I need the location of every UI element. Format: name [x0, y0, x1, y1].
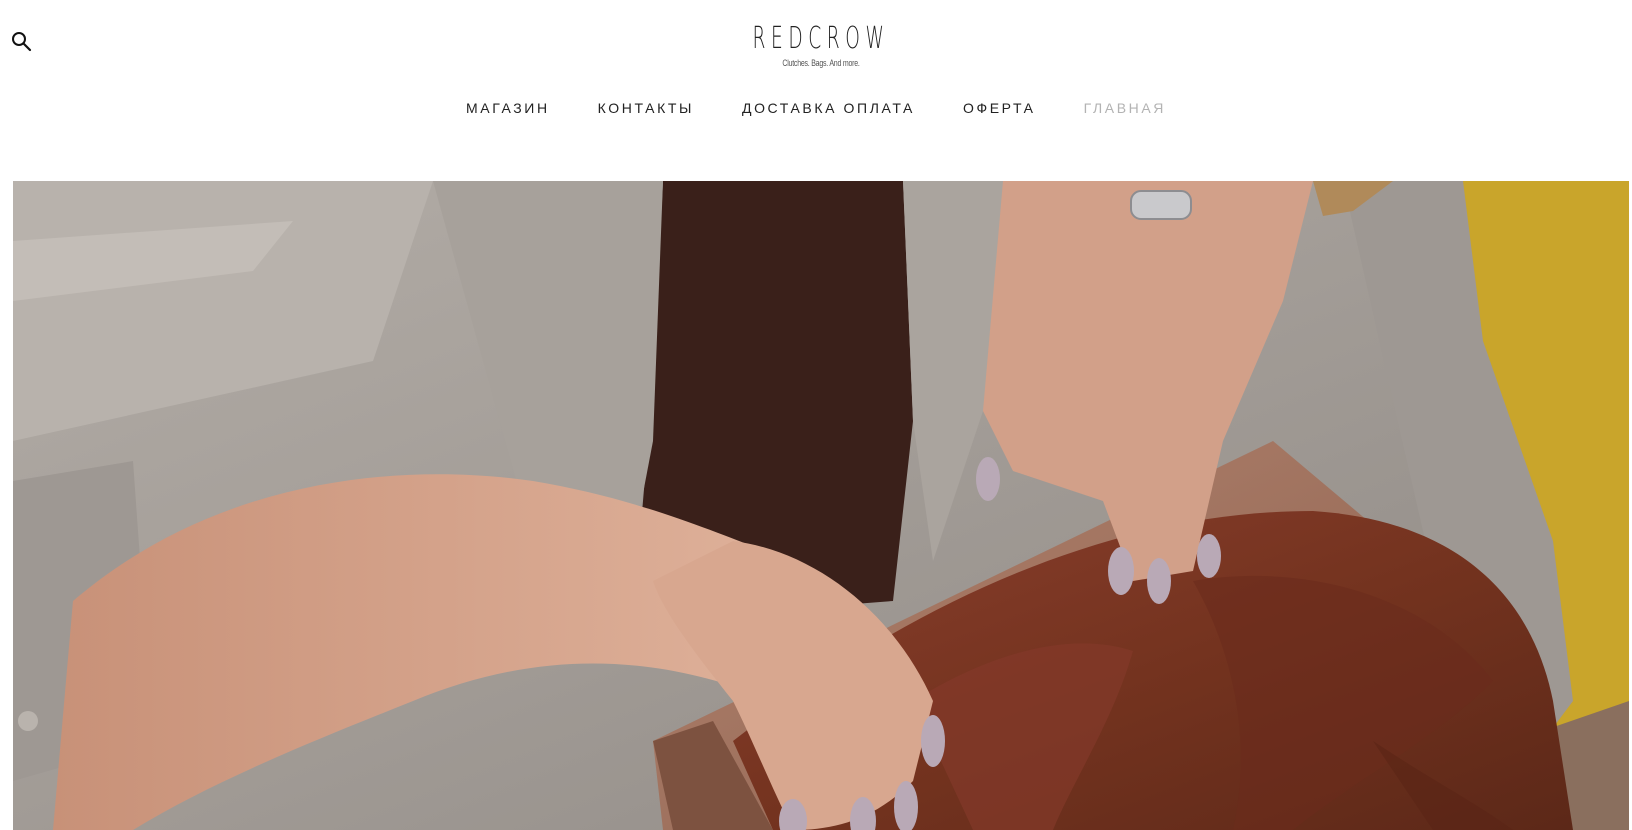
page: REDCROW Clutches. Bags. And more. МАГАЗИ… [0, 0, 1632, 830]
nav-item-contacts[interactable]: КОНТАКТЫ [598, 98, 694, 118]
main-nav: МАГАЗИН КОНТАКТЫ ДОСТАВКА ОПЛАТА ОФЕРТА … [0, 98, 1632, 118]
nav-item-delivery-payment[interactable]: ДОСТАВКА ОПЛАТА [742, 98, 915, 118]
nav-item-home[interactable]: ГЛАВНАЯ [1084, 98, 1166, 118]
hero-illustration [13, 181, 1629, 830]
logo-title: REDCROW [752, 21, 890, 56]
nav-item-offer[interactable]: ОФЕРТА [963, 98, 1036, 118]
nav-item-shop[interactable]: МАГАЗИН [466, 98, 550, 118]
logo-tagline: Clutches. Bags. And more. [782, 58, 860, 68]
hero-image [13, 181, 1629, 830]
site-header: REDCROW Clutches. Bags. And more. МАГАЗИ… [0, 0, 1632, 180]
logo[interactable]: REDCROW Clutches. Bags. And more. [0, 21, 1632, 69]
